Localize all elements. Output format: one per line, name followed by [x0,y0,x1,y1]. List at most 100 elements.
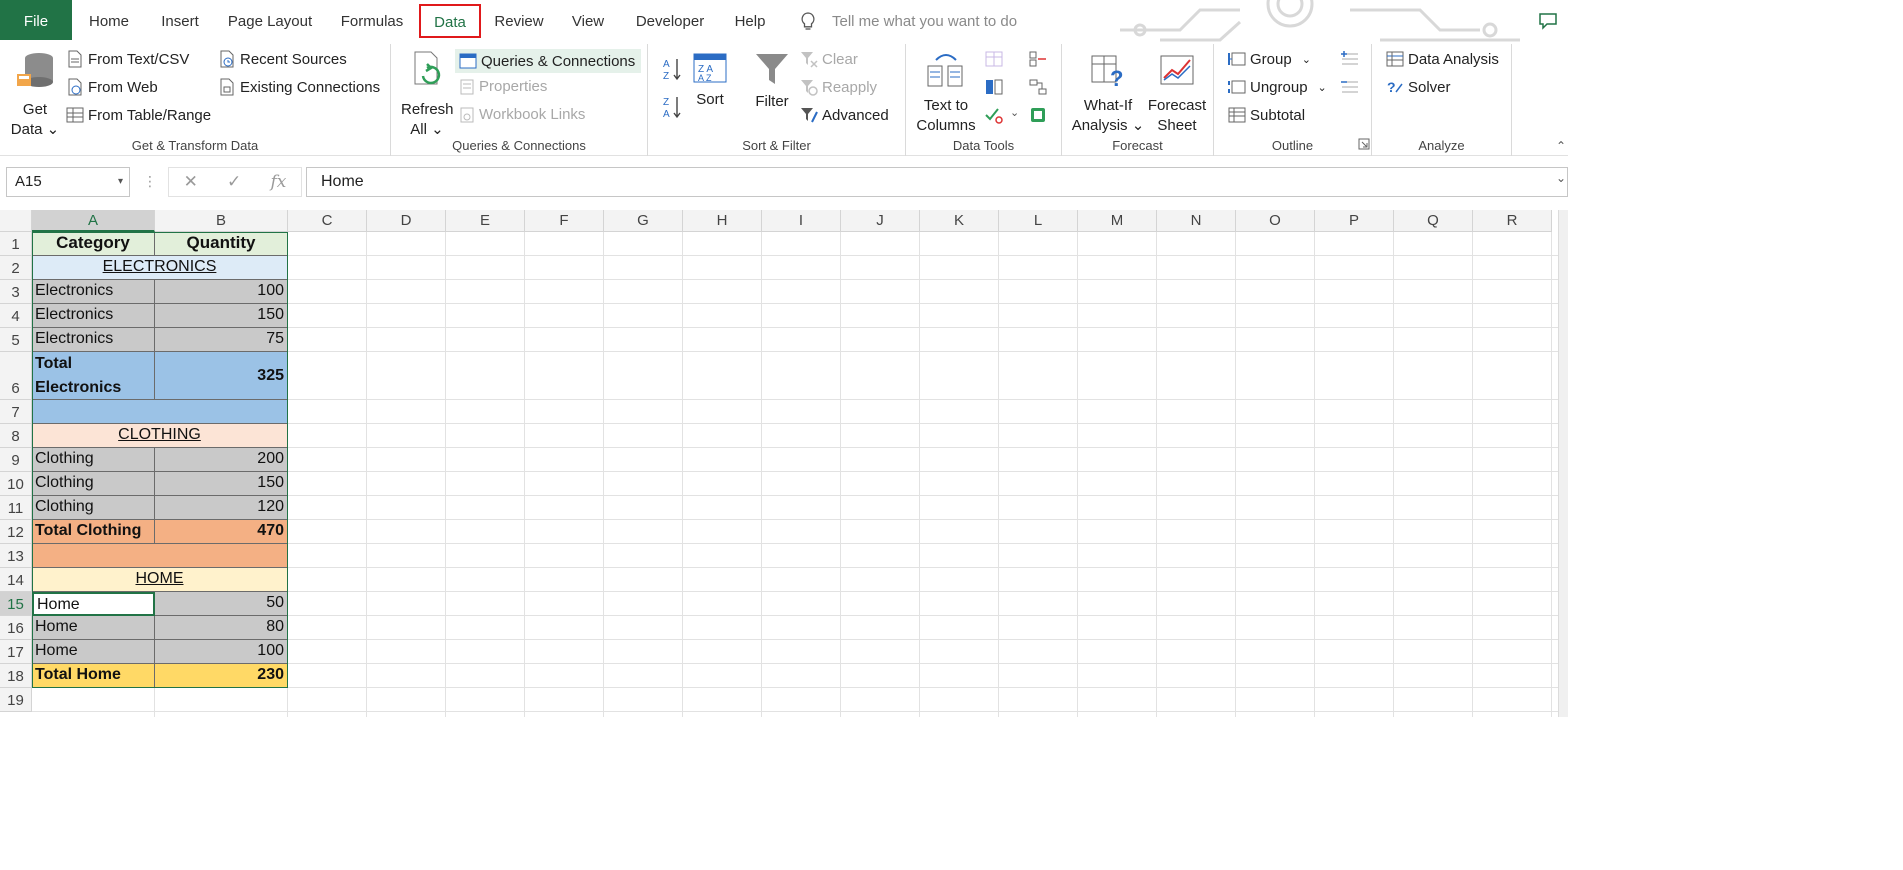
row-header-16[interactable]: 16 [0,616,32,640]
queries-connections-button[interactable]: Queries & Connections [455,49,642,73]
row-header-5[interactable]: 5 [0,328,32,352]
column-header-i[interactable]: I [762,210,841,232]
comments-icon[interactable] [1538,12,1558,30]
hide-detail-icon[interactable] [1340,78,1360,96]
tab-formulas[interactable]: Formulas [330,0,414,40]
expand-formula-bar-icon[interactable]: ⌄ [1556,171,1566,185]
tab-page-layout[interactable]: Page Layout [218,0,322,40]
row-header-7[interactable]: 7 [0,400,32,424]
cell-b18[interactable]: 230 [155,664,288,688]
sort-button[interactable]: Z A A Z Sort [688,52,732,110]
column-header-p[interactable]: P [1315,210,1394,232]
row-header-1[interactable]: 1 [0,232,32,256]
column-header-d[interactable]: D [367,210,446,232]
ungroup-button[interactable]: Ungroup ⌄ [1228,78,1327,96]
refresh-all-button[interactable]: Refresh All ⌄ [401,48,454,140]
relationships-icon[interactable] [1028,78,1048,96]
worksheet-grid[interactable]: A B C D E F G H I J K L M N O P Q R 1 2 3 4 5 6 7 8 9 10 11 12 13 14 15 1… [0,210,1568,717]
column-header-h[interactable]: H [683,210,762,232]
cell-b3[interactable]: 100 [155,280,288,304]
row-header-8[interactable]: 8 [0,424,32,448]
remove-duplicates-icon[interactable] [984,78,1004,96]
column-header-o[interactable]: O [1236,210,1315,232]
from-table-range-button[interactable]: From Table/Range [66,106,211,124]
cell-b17[interactable]: 100 [155,640,288,664]
name-box[interactable]: A15 ▾ [6,167,130,197]
filter-button[interactable]: Filter [748,52,796,112]
row-header-6[interactable]: 6 [0,352,32,400]
row-header-14[interactable]: 14 [0,568,32,592]
column-header-f[interactable]: F [525,210,604,232]
consolidate-icon[interactable] [1028,50,1048,68]
cell-b4[interactable]: 150 [155,304,288,328]
existing-connections-button[interactable]: Existing Connections [218,78,380,96]
forecast-sheet-button[interactable]: Forecast Sheet [1144,50,1210,136]
column-header-a[interactable]: A [32,210,155,232]
cell-a9[interactable]: Clothing [32,448,155,472]
tab-developer[interactable]: Developer [626,0,714,40]
column-header-j[interactable]: J [841,210,920,232]
column-header-n[interactable]: N [1157,210,1236,232]
name-box-dropdown-icon[interactable]: ▾ [118,168,123,196]
row-header-10[interactable]: 10 [0,472,32,496]
recent-sources-button[interactable]: Recent Sources [218,50,347,68]
data-model-icon[interactable] [1028,106,1048,124]
cell-b12[interactable]: 470 [155,520,288,544]
sort-z-to-a-icon[interactable]: Z A [662,94,682,120]
confirm-entry-icon[interactable]: ✓ [227,172,241,192]
from-text-csv-button[interactable]: From Text/CSV [66,50,189,68]
from-web-button[interactable]: From Web [66,78,158,96]
insert-function-icon[interactable]: fx [271,172,287,192]
cell-b15[interactable]: 50 [155,592,288,616]
flash-fill-icon[interactable] [984,50,1004,68]
cancel-entry-icon[interactable]: ✕ [184,172,198,192]
column-header-b[interactable]: B [155,210,288,232]
properties-button[interactable]: Properties [459,78,547,95]
tab-review[interactable]: Review [488,0,550,40]
subtotal-button[interactable]: Subtotal [1228,106,1305,124]
data-analysis-button[interactable]: Data Analysis [1386,50,1499,68]
tab-view[interactable]: View [562,0,614,40]
formula-bar-grip-icon[interactable]: ⋮ [143,173,157,190]
tab-file[interactable]: File [0,0,72,40]
vertical-scrollbar[interactable] [1558,210,1568,717]
reapply-button[interactable]: Reapply [800,78,877,96]
solver-button[interactable]: ? Solver [1386,78,1451,96]
workbook-links-button[interactable]: Workbook Links [459,106,585,123]
cell-b11[interactable]: 120 [155,496,288,520]
row-header-2[interactable]: 2 [0,256,32,280]
clear-filter-button[interactable]: Clear [800,50,858,68]
tab-home[interactable]: Home [76,0,142,40]
cell-b9[interactable]: 200 [155,448,288,472]
cell-b5[interactable]: 75 [155,328,288,352]
cell-a13[interactable] [32,544,288,568]
cell-a15[interactable]: Home [32,592,155,616]
collapse-ribbon-icon[interactable]: ⌃ [1556,139,1566,153]
row-header-3[interactable]: 3 [0,280,32,304]
group-button[interactable]: Group ⌄ [1228,50,1311,68]
tab-help[interactable]: Help [724,0,776,40]
advanced-filter-button[interactable]: Advanced [800,106,889,124]
cell-b10[interactable]: 150 [155,472,288,496]
cell-a8[interactable]: CLOTHING [32,424,288,448]
cell-a18[interactable]: Total Home [32,664,155,688]
row-header-13[interactable]: 13 [0,544,32,568]
row-header-11[interactable]: 11 [0,496,32,520]
tab-data[interactable]: Data [419,4,481,38]
column-header-k[interactable]: K [920,210,999,232]
cell-a2[interactable]: ELECTRONICS [32,256,288,280]
cell-a6[interactable]: Total Electronics [32,352,155,400]
show-detail-icon[interactable] [1340,50,1360,68]
cell-b16[interactable]: 80 [155,616,288,640]
column-header-c[interactable]: C [288,210,367,232]
select-all-corner[interactable] [0,210,32,232]
cell-a16[interactable]: Home [32,616,155,640]
cell-a5[interactable]: Electronics [32,328,155,352]
tab-insert[interactable]: Insert [148,0,212,40]
formula-input[interactable]: Home [306,167,1568,197]
cell-a1[interactable]: Category [32,232,155,256]
column-header-m[interactable]: M [1078,210,1157,232]
column-header-l[interactable]: L [999,210,1078,232]
text-to-columns-button[interactable]: Text to Columns [914,50,978,136]
row-header-18[interactable]: 18 [0,664,32,688]
